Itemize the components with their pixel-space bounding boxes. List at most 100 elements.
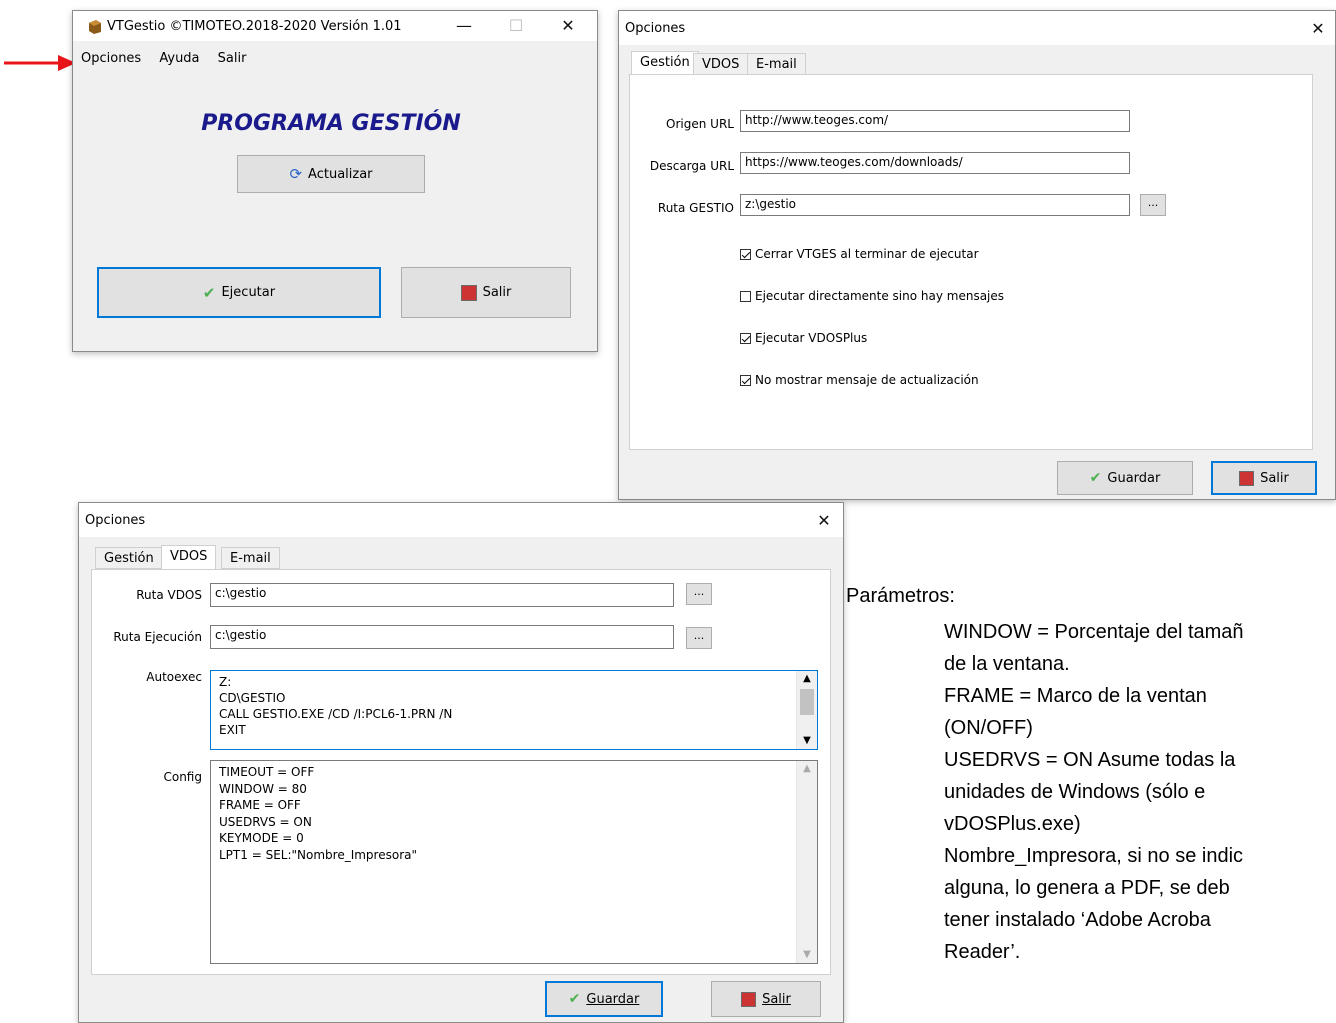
options-gestion-close-button[interactable]: ✕ bbox=[1301, 17, 1335, 41]
config-line: FRAME = OFF bbox=[219, 798, 301, 812]
tab-email[interactable]: E-mail bbox=[747, 53, 806, 75]
doc-line: Nombre_Impresora, si no se indic bbox=[944, 845, 1244, 867]
minimize-button[interactable]: — bbox=[447, 14, 481, 38]
doc-line: FRAME = Marco de la ventan bbox=[944, 685, 1207, 707]
vdos-save-button[interactable]: ✔ Guardar bbox=[545, 981, 663, 1017]
update-button[interactable]: ⟳ Actualizar bbox=[237, 155, 425, 193]
doc-line: alguna, lo genera a PDF, se deb bbox=[944, 877, 1230, 899]
close-button[interactable]: ✕ bbox=[551, 14, 585, 38]
options-vdos-title: Opciones bbox=[85, 513, 146, 528]
ruta-vdos-field[interactable]: c:\gestio bbox=[210, 583, 674, 607]
tab-vdos[interactable]: VDOS bbox=[693, 53, 749, 75]
gestion-save-button[interactable]: ✔ Guardar bbox=[1057, 461, 1193, 495]
main-window: VTGestio ©TIMOTEO.2018-2020 Versión 1.01… bbox=[72, 10, 598, 352]
options-gestion-window: Opciones ✕ Gestión VDOS E-mail Origen UR… bbox=[618, 10, 1336, 500]
checkbox-vdosplus-label: Ejecutar VDOSPlus bbox=[755, 331, 868, 345]
options-vdos-titlebar: Opciones ✕ bbox=[79, 503, 843, 537]
autoexec-line: CALL GESTIO.EXE /CD /I:PCL6-1.PRN /N bbox=[219, 707, 453, 721]
ruta-ejecucion-browse-button[interactable]: ... bbox=[686, 627, 712, 649]
doc-line: vDOSPlus.exe) bbox=[944, 813, 1081, 835]
autoexec-textarea[interactable]: Z: CD\GESTIO CALL GESTIO.EXE /CD /I:PCL6… bbox=[210, 670, 818, 750]
run-button[interactable]: ✔ Ejecutar bbox=[97, 267, 381, 318]
exit-door-icon bbox=[460, 284, 477, 301]
autoexec-line: CD\GESTIO bbox=[219, 691, 286, 705]
download-url-field[interactable]: https://www.teoges.com/downloads/ bbox=[740, 152, 1130, 174]
checkbox-row-vdosplus[interactable]: Ejecutar VDOSPlus bbox=[740, 331, 867, 345]
doc-line: de la ventana. bbox=[944, 653, 1070, 675]
exit-button[interactable]: Salir bbox=[401, 267, 571, 318]
doc-line: Reader’. bbox=[944, 941, 1021, 963]
ruta-vdos-browse-button[interactable]: ... bbox=[686, 583, 712, 605]
doc-line: tener instalado ‘Adobe Acroba bbox=[944, 909, 1211, 931]
config-line: LPT1 = SEL:"Nombre_Impresora" bbox=[219, 847, 417, 862]
checkbox-row-cerrar[interactable]: Cerrar VTGES al terminar de ejecutar bbox=[740, 247, 979, 261]
tab-gestion[interactable]: Gestión bbox=[631, 51, 699, 75]
checkbox-no-mostrar[interactable] bbox=[740, 374, 751, 386]
scroll-up-icon[interactable]: ▲ bbox=[797, 761, 817, 777]
ruta-gestio-label: Ruta GESTIO bbox=[657, 201, 734, 215]
exit-door-icon bbox=[1239, 470, 1255, 486]
checkbox-directo-label: Ejecutar directamente sino hay mensajes bbox=[755, 289, 1005, 303]
checkbox-row-no-mostrar[interactable]: No mostrar mensaje de actualización bbox=[740, 373, 979, 387]
vdos-panel: Ruta VDOS c:\gestio ... Ruta Ejecución c… bbox=[91, 569, 831, 975]
config-line: TIMEOUT = OFF bbox=[219, 765, 315, 779]
main-titlebar: VTGestio ©TIMOTEO.2018-2020 Versión 1.01… bbox=[73, 11, 597, 41]
ruta-ejecucion-field[interactable]: c:\gestio bbox=[210, 625, 674, 649]
download-url-label: Descarga URL bbox=[649, 159, 734, 173]
config-scrollbar[interactable]: ▲ ▼ bbox=[796, 761, 817, 963]
tab-email[interactable]: E-mail bbox=[221, 547, 280, 569]
check-icon: ✔ bbox=[568, 991, 581, 1007]
vdos-exit-button[interactable]: Salir bbox=[711, 981, 821, 1017]
autoexec-label: Autoexec bbox=[146, 670, 202, 684]
red-arrow-icon bbox=[4, 55, 76, 71]
scroll-up-icon[interactable]: ▲ bbox=[797, 671, 817, 687]
checkbox-no-mostrar-label: No mostrar mensaje de actualización bbox=[755, 373, 979, 387]
tab-gestion[interactable]: Gestión bbox=[95, 547, 163, 569]
exit-button-label: Salir bbox=[482, 285, 512, 300]
doc-line: USEDRVS = ON Asume todas la bbox=[944, 749, 1236, 771]
update-button-label: Actualizar bbox=[308, 166, 373, 182]
doc-heading: Parámetros: bbox=[846, 585, 955, 607]
autoexec-line: Z: bbox=[219, 675, 232, 689]
refresh-icon: ⟳ bbox=[289, 165, 303, 183]
options-vdos-close-button[interactable]: ✕ bbox=[807, 509, 841, 533]
gestion-exit-button[interactable]: Salir bbox=[1211, 461, 1317, 495]
scroll-down-icon[interactable]: ▼ bbox=[797, 947, 817, 963]
program-heading: PROGRAMA GESTIÓN bbox=[201, 111, 461, 136]
config-textarea[interactable]: TIMEOUT = OFF WINDOW = 80 FRAME = OFF US… bbox=[210, 760, 818, 964]
gestion-save-label: Guardar bbox=[1107, 470, 1161, 486]
gestion-exit-label: Salir bbox=[1260, 470, 1289, 486]
menu-opciones[interactable]: Opciones bbox=[81, 51, 141, 66]
doc-line: WINDOW = Porcentaje del tamañ bbox=[944, 621, 1244, 643]
config-label: Config bbox=[163, 770, 202, 784]
checkbox-vdosplus[interactable] bbox=[740, 332, 751, 344]
origin-url-field[interactable]: http://www.teoges.com/ bbox=[740, 110, 1130, 132]
config-line: USEDRVS = ON bbox=[219, 814, 312, 829]
vdos-save-label: Guardar bbox=[586, 991, 640, 1007]
scroll-thumb[interactable] bbox=[800, 689, 814, 715]
scroll-down-icon[interactable]: ▼ bbox=[797, 733, 817, 749]
autoexec-scrollbar[interactable]: ▲ ▼ bbox=[796, 671, 817, 749]
tab-vdos[interactable]: VDOS bbox=[161, 545, 217, 569]
vdos-exit-label: Salir bbox=[762, 991, 791, 1007]
options-gestion-titlebar: Opciones ✕ bbox=[619, 11, 1335, 45]
checkbox-directo[interactable] bbox=[740, 290, 751, 302]
main-title: VTGestio ©TIMOTEO.2018-2020 Versión 1.01 bbox=[107, 19, 402, 34]
menu-salir[interactable]: Salir bbox=[218, 51, 247, 66]
doc-line: unidades de Windows (sólo e bbox=[944, 781, 1206, 803]
ruta-gestio-browse-button[interactable]: ... bbox=[1140, 194, 1166, 216]
ruta-gestio-field[interactable]: z:\gestio bbox=[740, 194, 1130, 216]
autoexec-line: EXIT bbox=[219, 723, 246, 737]
checkbox-cerrar[interactable] bbox=[740, 248, 751, 260]
menu-ayuda[interactable]: Ayuda bbox=[159, 51, 199, 66]
maximize-button[interactable]: ☐ bbox=[499, 14, 533, 38]
config-line: WINDOW = 80 bbox=[219, 781, 307, 796]
config-line: KEYMODE = 0 bbox=[219, 831, 304, 845]
checkbox-row-directo[interactable]: Ejecutar directamente sino hay mensajes bbox=[740, 289, 1004, 303]
doc-parameters: WINDOW = Porcentaje del tamañ de la vent… bbox=[944, 616, 1336, 968]
doc-line: (ON/OFF) bbox=[944, 717, 1033, 739]
exit-door-icon bbox=[741, 991, 757, 1007]
app-icon bbox=[89, 20, 101, 34]
ruta-ejecucion-label: Ruta Ejecución bbox=[113, 630, 202, 644]
run-button-label: Ejecutar bbox=[221, 285, 276, 300]
